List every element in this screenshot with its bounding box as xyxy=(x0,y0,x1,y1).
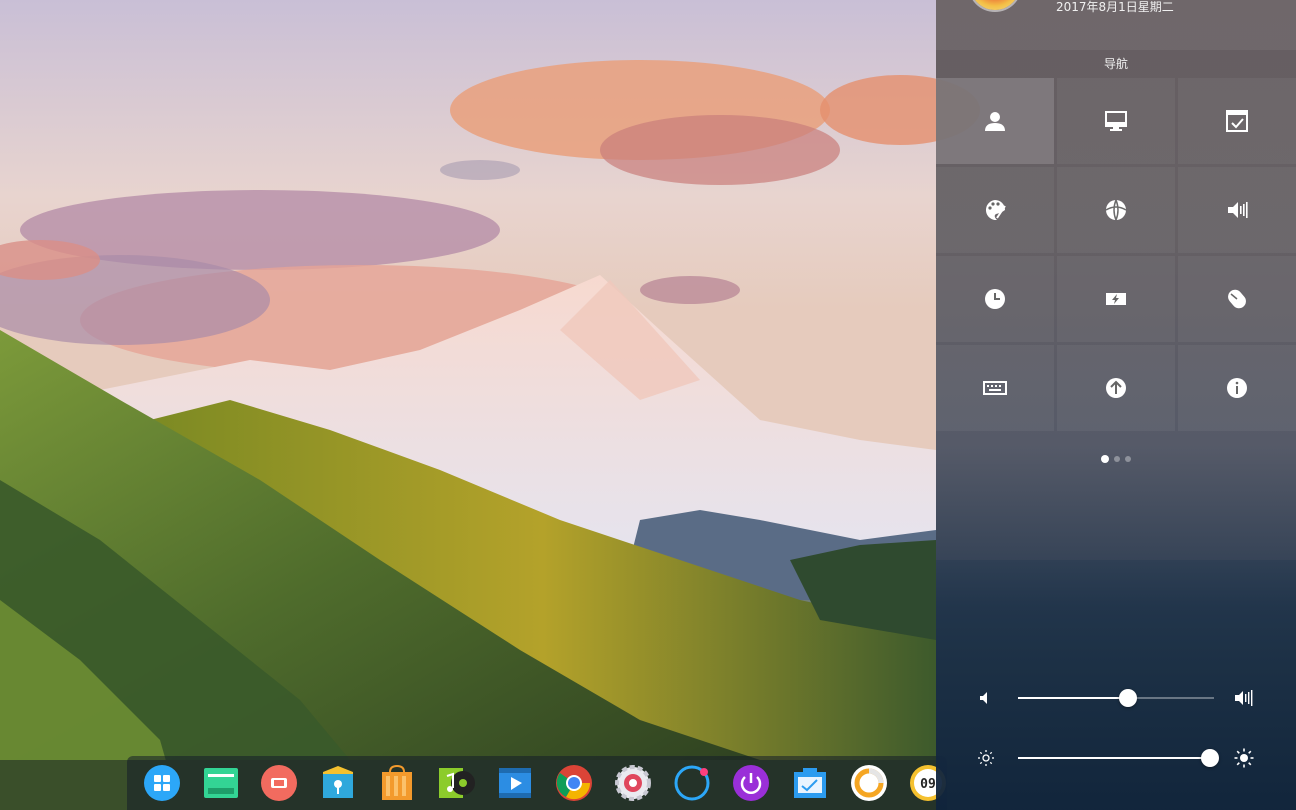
volume-thumb[interactable] xyxy=(1118,689,1137,707)
settings-icon[interactable] xyxy=(614,764,652,802)
tile-keyboard[interactable] xyxy=(936,345,1054,431)
brightness-low-icon[interactable] xyxy=(976,748,996,768)
deepin-store-icon[interactable] xyxy=(202,764,240,802)
volume-slider[interactable] xyxy=(1018,689,1214,707)
tile-accounts[interactable] xyxy=(936,78,1054,164)
avatar[interactable] xyxy=(970,0,1020,10)
time-icon xyxy=(985,289,1005,309)
power-icon xyxy=(1106,293,1126,305)
volume-high-icon[interactable] xyxy=(1234,688,1254,708)
shutdown-icon[interactable] xyxy=(732,764,770,802)
page-dot-3[interactable] xyxy=(1125,456,1131,462)
volume-low-icon[interactable] xyxy=(976,688,996,708)
page-dot-1[interactable] xyxy=(1101,455,1109,463)
account-icon xyxy=(985,112,1005,131)
control-center: 2017年8月1日星期二 导航 xyxy=(936,0,1296,810)
tile-display[interactable] xyxy=(1057,78,1175,164)
page-dot-2[interactable] xyxy=(1114,456,1120,462)
network-icon xyxy=(1105,199,1127,221)
page-indicator xyxy=(936,455,1296,463)
tile-network[interactable] xyxy=(1057,167,1175,253)
sound-icon xyxy=(1228,202,1248,218)
panel-header: 2017年8月1日星期二 xyxy=(936,0,1296,50)
brightness-thumb[interactable] xyxy=(1201,749,1220,767)
display-icon xyxy=(1105,111,1127,131)
default-apps-icon xyxy=(1226,110,1248,132)
brightness-slider-row xyxy=(936,746,1296,770)
desktop: 09 2017年8月1日星期二 导航 xyxy=(0,0,1296,810)
tile-mouse[interactable] xyxy=(1178,256,1296,342)
chrome-icon[interactable] xyxy=(555,764,593,802)
brightness-high-icon[interactable] xyxy=(1234,748,1254,768)
update-icon xyxy=(1106,378,1126,398)
tile-power[interactable] xyxy=(1057,256,1175,342)
volume-fill xyxy=(1018,697,1128,699)
deepin-screenshot-icon[interactable] xyxy=(260,764,298,802)
launcher-icon[interactable] xyxy=(143,764,181,802)
tile-personalization[interactable] xyxy=(936,167,1054,253)
personalization-icon xyxy=(985,200,1006,221)
date-label: 2017年8月1日星期二 xyxy=(1056,0,1174,14)
mouse-icon xyxy=(1228,289,1246,309)
tile-time[interactable] xyxy=(936,256,1054,342)
app-store-icon[interactable] xyxy=(378,764,416,802)
system-info-icon xyxy=(1227,378,1247,398)
music-icon[interactable] xyxy=(437,764,475,802)
file-manager-icon[interactable] xyxy=(319,764,357,802)
brightness-fill xyxy=(1018,757,1211,759)
browser-icon[interactable] xyxy=(850,764,888,802)
movie-icon[interactable] xyxy=(496,764,534,802)
clock-text: 09 xyxy=(920,777,936,792)
volume-slider-row xyxy=(936,686,1296,710)
deepin-loader-icon[interactable] xyxy=(673,764,711,802)
brightness-slider[interactable] xyxy=(1018,749,1220,767)
dock: 09 xyxy=(127,756,947,810)
tile-system-info[interactable] xyxy=(1178,345,1296,431)
tile-sound[interactable] xyxy=(1178,167,1296,253)
system-monitor-icon[interactable] xyxy=(791,764,829,802)
tile-update[interactable] xyxy=(1057,345,1175,431)
keyboard-icon xyxy=(983,381,1007,395)
navigation-title: 导航 xyxy=(1103,57,1128,71)
tile-default-apps[interactable] xyxy=(1178,78,1296,164)
